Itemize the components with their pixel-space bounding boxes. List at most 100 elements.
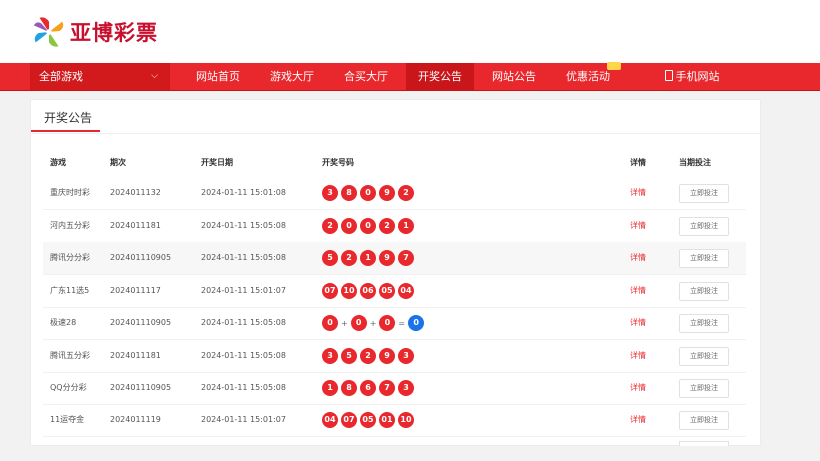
table-row: 极速28 202401110905 2024-01-11 15:05:08 0 +0 +0…	[43, 307, 746, 340]
hot-badge-icon	[607, 62, 621, 70]
number-ball: 1	[398, 218, 414, 234]
detail-link[interactable]: 详情	[630, 404, 646, 436]
issue-number: 202401110905	[110, 253, 172, 262]
detail-link[interactable]: 详情	[630, 275, 646, 307]
number-ball: 8	[341, 380, 357, 396]
number-ball: 9	[379, 250, 395, 266]
draw-numbers: 07 10 06 05 04	[322, 282, 417, 300]
detail-link[interactable]: 详情	[630, 242, 646, 274]
bet-button-partial[interactable]	[679, 441, 729, 446]
issue-number: 202401110905	[110, 318, 172, 327]
number-ball: 7	[379, 380, 395, 396]
detail-link[interactable]: 详情	[630, 307, 646, 339]
table-row: QQ分分彩 202401110905 2024-01-11 15:05:08 1 8 6 7…	[43, 372, 746, 405]
number-ball: 0	[408, 315, 425, 331]
number-ball: 07	[322, 283, 338, 299]
nav-mobile-label: 手机网站	[675, 70, 720, 83]
draw-date: 2024-01-11 15:01:08	[201, 188, 286, 197]
number-ball: 04	[398, 283, 414, 299]
number-ball: 1	[360, 250, 376, 266]
game-name[interactable]: 腾讯五分彩	[50, 340, 90, 372]
issue-number: 2024011132	[110, 188, 161, 197]
game-name[interactable]: QQ分分彩	[50, 372, 87, 404]
number-ball: 3	[398, 380, 414, 396]
draw-numbers: 0 +0 +0 = 0	[322, 314, 427, 332]
bet-now-button[interactable]: 立即投注	[679, 249, 729, 268]
col-header-date: 开奖日期	[201, 158, 233, 167]
game-name[interactable]: 极速28	[50, 307, 76, 339]
draw-numbers: 18673	[322, 379, 417, 397]
game-name[interactable]: 11运夺金	[50, 404, 84, 436]
number-ball: 0	[360, 218, 376, 234]
bet-now-button[interactable]: 立即投注	[679, 282, 729, 301]
number-ball: 7	[398, 250, 414, 266]
number-ball: 3	[322, 348, 338, 364]
title-underline	[31, 130, 100, 132]
detail-link[interactable]: 详情	[630, 210, 646, 242]
number-ball: 3	[398, 348, 414, 364]
pinwheel-logo-icon	[33, 17, 64, 47]
bet-now-button[interactable]: 立即投注	[679, 347, 729, 366]
game-name[interactable]: 重庆时时彩	[50, 177, 90, 209]
brand-name: 亚博彩票	[70, 21, 158, 45]
game-name[interactable]: 广东11选5	[50, 275, 89, 307]
draw-date: 2024-01-11 15:01:07	[201, 415, 286, 424]
logo[interactable]: 亚博彩票	[30, 14, 158, 50]
number-ball: 06	[360, 283, 376, 299]
game-name[interactable]: 腾讯分分彩	[50, 242, 90, 274]
nav-group-buy[interactable]: 合买大厅	[334, 63, 398, 90]
draw-date: 2024-01-11 15:05:08	[201, 253, 286, 262]
bet-now-button[interactable]: 立即投注	[679, 314, 729, 333]
table-row: 广东11选5 2024011117 2024-01-11 15:01:07 07 10 0…	[43, 275, 746, 308]
table-row: 河内五分彩 2024011181 2024-01-11 15:05:08 2 0 0 2 1 详…	[43, 210, 746, 243]
nav-announcements[interactable]: 网站公告	[482, 63, 546, 90]
col-header-issue: 期次	[110, 158, 126, 167]
nav-game-hall[interactable]: 游戏大厅	[260, 63, 324, 90]
nav-draw-results[interactable]: 开奖公告	[406, 63, 474, 90]
table-row: 11运夺金 2024011119 2024-01-11 15:01:07 04 07 05…	[43, 404, 746, 437]
chevron-down-icon: ⌵	[151, 71, 158, 81]
detail-link[interactable]: 详情	[630, 340, 646, 372]
table-row: 重庆时时彩 2024011132 2024-01-11 15:01:08 3 8 0 9 2 详…	[43, 177, 746, 210]
number-ball: 8	[341, 185, 357, 201]
table-row: 腾讯五分彩 2024011181 2024-01-11 15:05:08 3 5 2 9 3 详…	[43, 340, 746, 373]
bet-now-button[interactable]: 立即投注	[679, 411, 729, 430]
issue-number: 2024011117	[110, 286, 161, 295]
number-ball: 0	[379, 315, 396, 331]
draw-date: 2024-01-11 15:05:08	[201, 318, 286, 327]
number-ball: 9	[379, 348, 395, 364]
draw-numbers: 20021	[322, 217, 417, 235]
nav-mobile-site[interactable]: 手机网站	[660, 63, 724, 90]
table-row: 腾讯分分彩 202401110905 2024-01-11 15:05:08 5 2 1 9…	[43, 242, 746, 275]
number-ball: 07	[341, 412, 357, 428]
number-ball: 04	[322, 412, 338, 428]
all-games-label: 全部游戏	[39, 70, 83, 83]
draw-date: 2024-01-11 15:05:08	[201, 221, 286, 230]
draw-date: 2024-01-11 15:05:08	[201, 383, 286, 392]
game-name[interactable]: 河内五分彩	[50, 210, 90, 242]
detail-link[interactable]: 详情	[630, 372, 646, 404]
bet-now-button[interactable]: 立即投注	[679, 217, 729, 236]
number-ball: 01	[379, 412, 395, 428]
draw-numbers: 04 07 05 01 10	[322, 411, 417, 429]
number-ball: 0	[341, 218, 357, 234]
equals-sign: =	[398, 318, 406, 328]
number-ball: 5	[341, 348, 357, 364]
number-ball: 10	[341, 283, 357, 299]
number-ball: 2	[379, 218, 395, 234]
bet-now-button[interactable]: 立即投注	[679, 379, 729, 398]
col-header-numbers: 开奖号码	[322, 158, 354, 167]
number-ball: 3	[322, 185, 338, 201]
number-ball: 05	[360, 412, 376, 428]
bet-now-button[interactable]: 立即投注	[679, 184, 729, 203]
panel-header: 开奖公告	[31, 100, 760, 134]
detail-link[interactable]: 详情	[630, 177, 646, 209]
number-ball: 0	[350, 315, 367, 331]
number-ball: 9	[379, 185, 395, 201]
nav-home[interactable]: 网站首页	[186, 63, 250, 90]
draw-date: 2024-01-11 15:01:07	[201, 286, 286, 295]
number-ball: 5	[322, 250, 338, 266]
number-ball: 2	[360, 348, 376, 364]
all-games-dropdown[interactable]: 全部游戏 ⌵	[30, 63, 170, 90]
issue-number: 202401110905	[110, 383, 172, 392]
